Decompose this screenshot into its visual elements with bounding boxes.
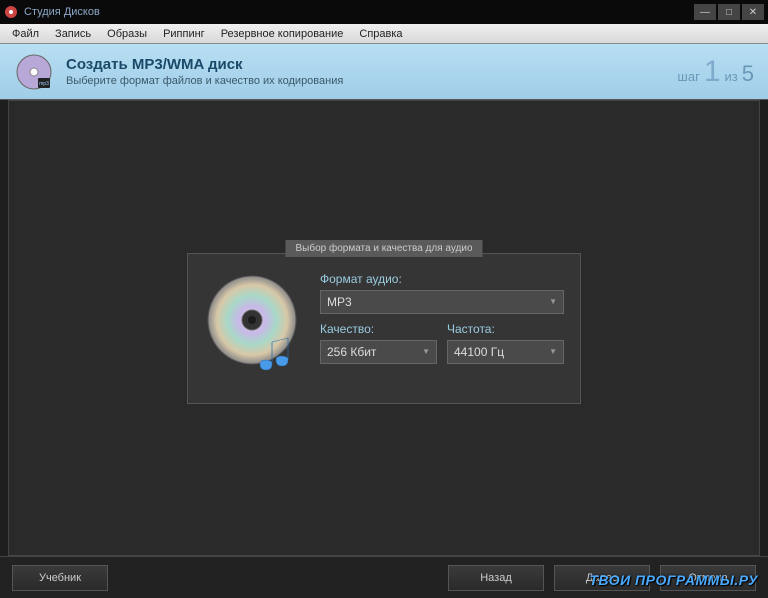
maximize-button[interactable]: □	[718, 4, 740, 20]
menu-record[interactable]: Запись	[47, 26, 99, 42]
page-title: Создать MP3/WMA диск	[66, 56, 677, 73]
step-current: 1	[704, 55, 721, 89]
step-banner: mp3 Создать MP3/WMA диск Выберите формат…	[0, 44, 768, 100]
freq-value: 44100 Гц	[454, 345, 504, 359]
menubar: Файл Запись Образы Риппинг Резервное коп…	[0, 24, 768, 44]
freq-label: Частота:	[447, 322, 564, 336]
step-indicator: шаг 1 из 5	[677, 55, 754, 89]
step-sep: из	[725, 69, 738, 84]
format-value: MP3	[327, 295, 352, 309]
tutorial-button[interactable]: Учебник	[12, 565, 108, 591]
menu-ripping[interactable]: Риппинг	[155, 26, 213, 42]
page-subtitle: Выберите формат файлов и качество их код…	[66, 75, 677, 87]
menu-images[interactable]: Образы	[99, 26, 155, 42]
back-button[interactable]: Назад	[448, 565, 544, 591]
chevron-down-icon: ▼	[549, 297, 557, 306]
window-controls: — □ ✕	[694, 4, 764, 20]
disc-icon: mp3	[14, 52, 54, 92]
svg-text:mp3: mp3	[39, 81, 49, 87]
menu-file[interactable]: Файл	[4, 26, 47, 42]
quality-label: Качество:	[320, 322, 437, 336]
close-button[interactable]: ✕	[742, 4, 764, 20]
next-button[interactable]: Далее	[554, 565, 650, 591]
quality-select[interactable]: 256 Кбит ▼	[320, 340, 437, 364]
disc-art-icon	[204, 272, 304, 387]
window-title: Студия Дисков	[24, 6, 694, 18]
format-select[interactable]: MP3 ▼	[320, 290, 564, 314]
menu-backup[interactable]: Резервное копирование	[213, 26, 352, 42]
app-icon	[4, 5, 18, 19]
chevron-down-icon: ▼	[549, 347, 557, 356]
footer: Учебник Назад Далее Отмена	[0, 556, 768, 598]
chevron-down-icon: ▼	[422, 347, 430, 356]
format-panel: Выбор формата и качества для аудио	[187, 253, 581, 404]
content-area: Выбор формата и качества для аудио	[8, 100, 760, 556]
step-total: 5	[742, 61, 754, 87]
cancel-button[interactable]: Отмена	[660, 565, 756, 591]
format-label: Формат аудио:	[320, 272, 564, 286]
quality-value: 256 Кбит	[327, 345, 376, 359]
panel-header: Выбор формата и качества для аудио	[285, 240, 482, 257]
step-word: шаг	[677, 69, 699, 84]
titlebar: Студия Дисков — □ ✕	[0, 0, 768, 24]
freq-select[interactable]: 44100 Гц ▼	[447, 340, 564, 364]
minimize-button[interactable]: —	[694, 4, 716, 20]
menu-help[interactable]: Справка	[351, 26, 410, 42]
